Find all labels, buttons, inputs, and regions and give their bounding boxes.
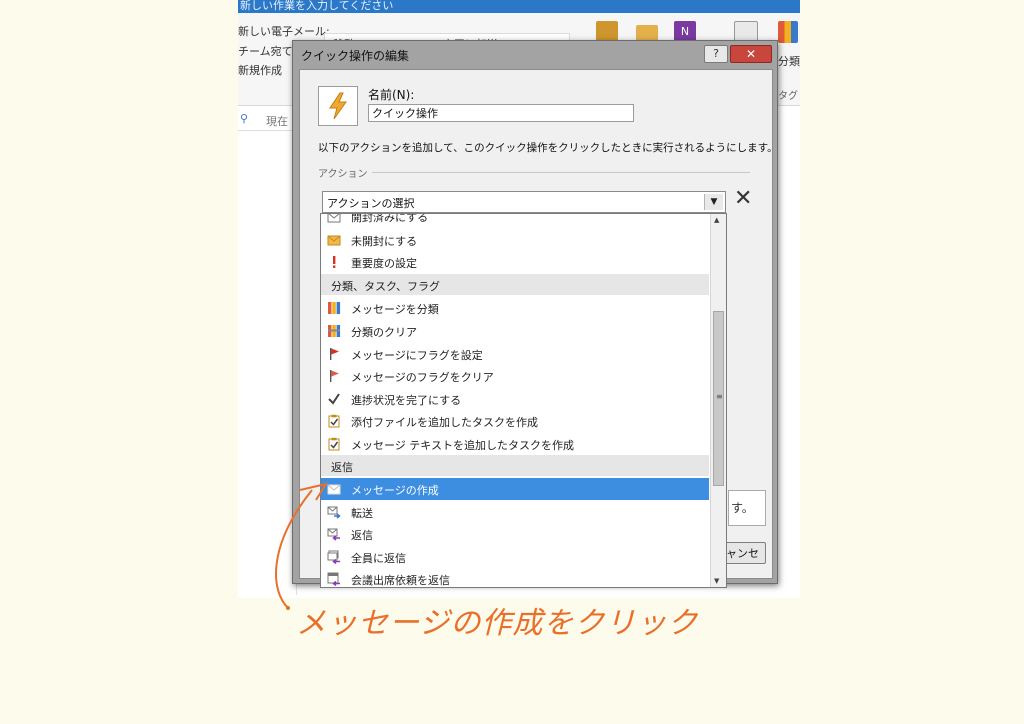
- annotation-text: メッセージの作成をクリック: [296, 606, 699, 641]
